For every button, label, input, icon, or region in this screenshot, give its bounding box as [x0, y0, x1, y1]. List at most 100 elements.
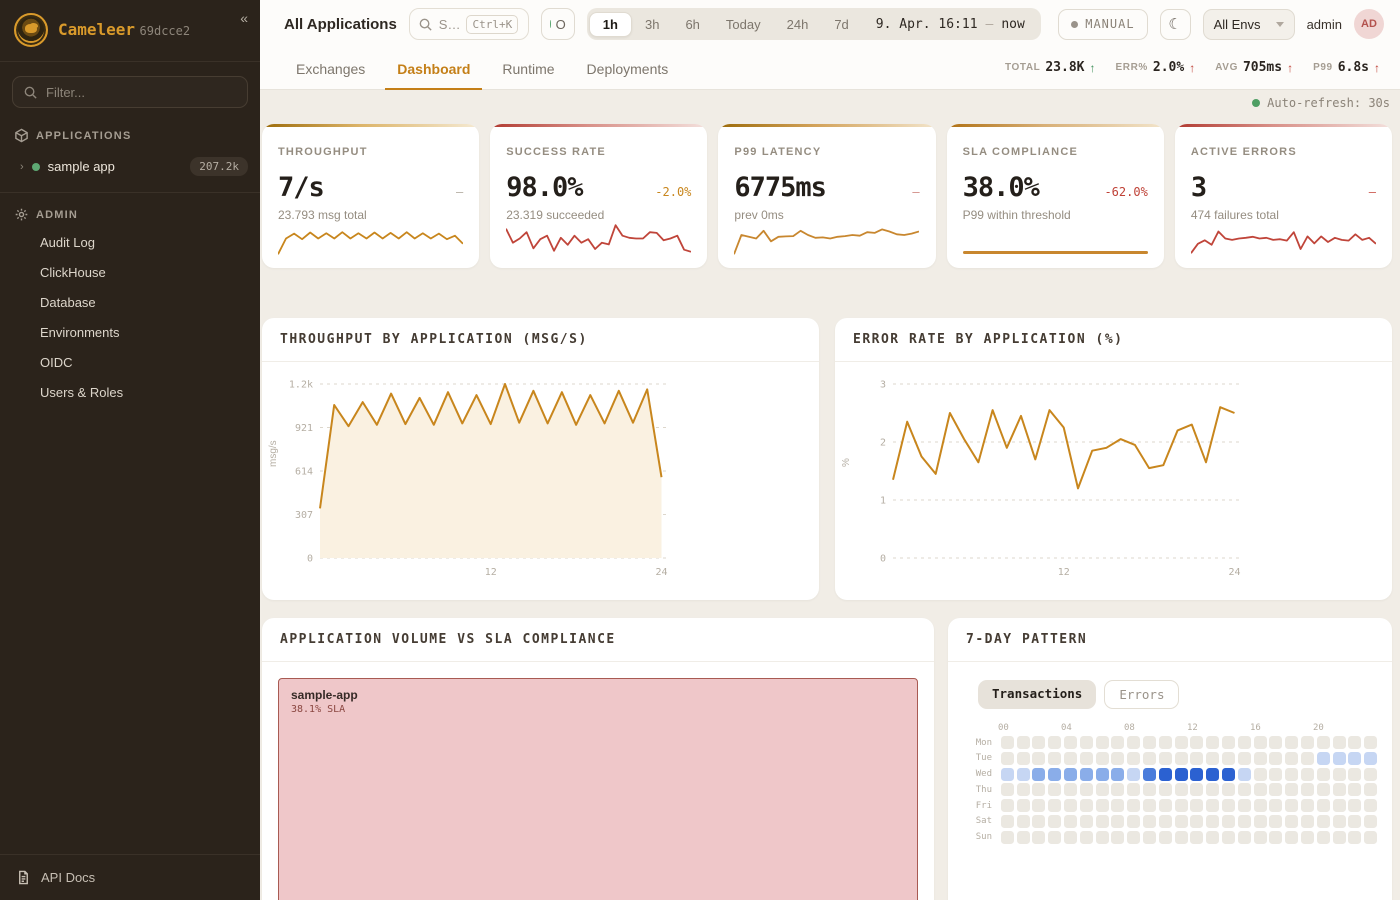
- heatmap-cell[interactable]: [1143, 815, 1156, 828]
- heatmap-cell[interactable]: [1317, 768, 1330, 781]
- heatmap-cell[interactable]: [1001, 815, 1014, 828]
- toggle-errors[interactable]: Errors: [1104, 680, 1179, 709]
- heatmap-cell[interactable]: [1206, 736, 1219, 749]
- heatmap-cell[interactable]: [1190, 768, 1203, 781]
- heatmap-cell[interactable]: [1206, 831, 1219, 844]
- heatmap-cell[interactable]: [1032, 799, 1045, 812]
- heatmap-cell[interactable]: [1080, 799, 1093, 812]
- heatmap-cell[interactable]: [1222, 815, 1235, 828]
- heatmap-cell[interactable]: [1127, 799, 1140, 812]
- heatmap-cell[interactable]: [1048, 768, 1061, 781]
- heatmap-cell[interactable]: [1111, 768, 1124, 781]
- heatmap-cell[interactable]: [1364, 831, 1377, 844]
- heatmap-cell[interactable]: [1254, 831, 1267, 844]
- heatmap-cell[interactable]: [1364, 768, 1377, 781]
- heatmap-cell[interactable]: [1064, 736, 1077, 749]
- heatmap-cell[interactable]: [1048, 752, 1061, 765]
- heatmap-cell[interactable]: [1333, 831, 1346, 844]
- collapse-sidebar-icon[interactable]: «: [240, 10, 248, 26]
- heatmap-cell[interactable]: [1301, 783, 1314, 796]
- heatmap-cell[interactable]: [1159, 831, 1172, 844]
- heatmap-cell[interactable]: [1080, 831, 1093, 844]
- heatmap-cell[interactable]: [1333, 799, 1346, 812]
- heatmap-cell[interactable]: [1254, 752, 1267, 765]
- heatmap-cell[interactable]: [1143, 736, 1156, 749]
- heatmap-cell[interactable]: [1048, 783, 1061, 796]
- heatmap-cell[interactable]: [1285, 815, 1298, 828]
- kpi-card-p99-latency[interactable]: P99 LATENCY 6775ms– prev 0ms: [718, 124, 935, 268]
- heatmap-cell[interactable]: [1348, 783, 1361, 796]
- heatmap-cell[interactable]: [1096, 815, 1109, 828]
- heatmap-cell[interactable]: [1348, 736, 1361, 749]
- environment-select[interactable]: All Envs: [1203, 9, 1295, 40]
- heatmap-cell[interactable]: [1001, 783, 1014, 796]
- heatmap-cell[interactable]: [1017, 831, 1030, 844]
- toggle-transactions[interactable]: Transactions: [978, 680, 1096, 709]
- heatmap-cell[interactable]: [1048, 815, 1061, 828]
- kpi-card-sla-compliance[interactable]: SLA COMPLIANCE 38.0%-62.0% P99 within th…: [947, 124, 1164, 268]
- heatmap-cell[interactable]: [1159, 783, 1172, 796]
- heatmap-cell[interactable]: [1175, 831, 1188, 844]
- heatmap-cell[interactable]: [1064, 815, 1077, 828]
- heatmap-cell[interactable]: [1064, 752, 1077, 765]
- heatmap-cell[interactable]: [1317, 736, 1330, 749]
- heatmap-cell[interactable]: [1001, 799, 1014, 812]
- time-range-3h[interactable]: 3h: [632, 13, 672, 36]
- heatmap-cell[interactable]: [1111, 799, 1124, 812]
- search-input[interactable]: S… Ctrl+K: [409, 8, 529, 40]
- heatmap-cell[interactable]: [1222, 752, 1235, 765]
- heatmap-cell[interactable]: [1080, 736, 1093, 749]
- chevron-right-icon[interactable]: ›: [20, 161, 24, 173]
- heatmap-cell[interactable]: [1333, 736, 1346, 749]
- heatmap-cell[interactable]: [1017, 799, 1030, 812]
- heatmap-cell[interactable]: [1190, 831, 1203, 844]
- heatmap-cell[interactable]: [1238, 752, 1251, 765]
- heatmap-cell[interactable]: [1017, 768, 1030, 781]
- heatmap-cell[interactable]: [1285, 799, 1298, 812]
- heatmap-cell[interactable]: [1301, 815, 1314, 828]
- heatmap-cell[interactable]: [1222, 736, 1235, 749]
- heatmap-cell[interactable]: [1143, 783, 1156, 796]
- heatmap-cell[interactable]: [1001, 768, 1014, 781]
- heatmap-cell[interactable]: [1175, 783, 1188, 796]
- heatmap-cell[interactable]: [1080, 768, 1093, 781]
- heatmap-cell[interactable]: [1317, 783, 1330, 796]
- heatmap-cell[interactable]: [1111, 752, 1124, 765]
- heatmap-cell[interactable]: [1127, 831, 1140, 844]
- heatmap-cell[interactable]: [1111, 736, 1124, 749]
- heatmap-cell[interactable]: [1269, 783, 1282, 796]
- heatmap-cell[interactable]: [1285, 783, 1298, 796]
- heatmap-cell[interactable]: [1238, 831, 1251, 844]
- sidebar-item-clickhouse[interactable]: ClickHouse: [0, 258, 260, 288]
- tab-dashboard[interactable]: Dashboard: [381, 51, 486, 89]
- heatmap-cell[interactable]: [1301, 831, 1314, 844]
- heatmap-cell[interactable]: [1190, 799, 1203, 812]
- heatmap-cell[interactable]: [1190, 752, 1203, 765]
- heatmap-cell[interactable]: [1017, 736, 1030, 749]
- heatmap-cell[interactable]: [1222, 799, 1235, 812]
- heatmap-cell[interactable]: [1143, 752, 1156, 765]
- heatmap-cell[interactable]: [1285, 831, 1298, 844]
- heatmap-cell[interactable]: [1096, 783, 1109, 796]
- heatmap-cell[interactable]: [1096, 768, 1109, 781]
- heatmap-cell[interactable]: [1048, 736, 1061, 749]
- heatmap-cell[interactable]: [1301, 768, 1314, 781]
- avatar[interactable]: AD: [1354, 9, 1384, 39]
- heatmap-cell[interactable]: [1001, 831, 1014, 844]
- heatmap-cell[interactable]: [1317, 831, 1330, 844]
- heatmap-cell[interactable]: [1127, 736, 1140, 749]
- sidebar-item-audit-log[interactable]: Audit Log: [0, 228, 260, 258]
- heatmap-cell[interactable]: [1111, 815, 1124, 828]
- heatmap-cell[interactable]: [1032, 768, 1045, 781]
- heatmap-cell[interactable]: [1285, 736, 1298, 749]
- heatmap-cell[interactable]: [1080, 815, 1093, 828]
- heatmap-cell[interactable]: [1301, 799, 1314, 812]
- heatmap-cell[interactable]: [1206, 783, 1219, 796]
- heatmap-cell[interactable]: [1175, 736, 1188, 749]
- heatmap-cell[interactable]: [1269, 815, 1282, 828]
- filter-input[interactable]: Filter...: [12, 76, 248, 108]
- heatmap-cell[interactable]: [1064, 783, 1077, 796]
- heatmap-cell[interactable]: [1238, 768, 1251, 781]
- heatmap-cell[interactable]: [1364, 815, 1377, 828]
- kpi-card-success-rate[interactable]: SUCCESS RATE 98.0%-2.0% 23.319 succeeded: [490, 124, 707, 268]
